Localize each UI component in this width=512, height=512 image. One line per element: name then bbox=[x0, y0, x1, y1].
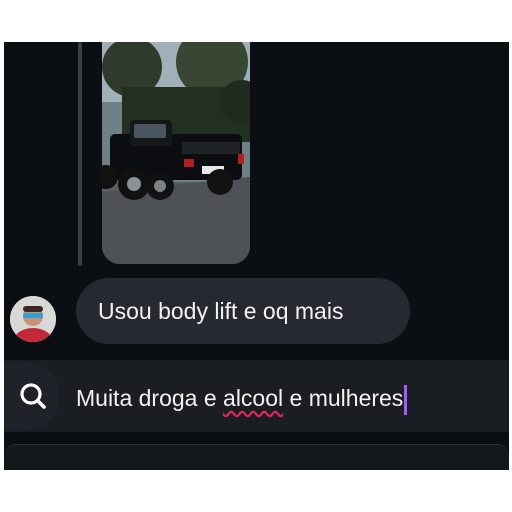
chat-screen: Usou body lift e oq mais Muita droga e a… bbox=[4, 42, 509, 470]
reply-thread-line bbox=[78, 42, 82, 266]
message-text: Usou body lift e oq mais bbox=[98, 298, 344, 324]
shared-photo[interactable] bbox=[102, 42, 250, 264]
text-caret bbox=[404, 384, 408, 415]
avatar-portrait bbox=[10, 296, 56, 342]
keyboard-toolbar bbox=[4, 444, 509, 470]
input-text-after: e mulheres bbox=[283, 385, 404, 411]
input-text-before: Muita droga e bbox=[76, 385, 224, 411]
search-button[interactable] bbox=[4, 362, 60, 430]
search-icon bbox=[4, 362, 60, 430]
sender-avatar[interactable] bbox=[10, 296, 56, 342]
incoming-message-bubble[interactable]: Usou body lift e oq mais bbox=[76, 278, 410, 344]
pickup-truck-photo bbox=[102, 42, 250, 264]
misspelled-word[interactable]: alcool bbox=[223, 385, 283, 411]
message-input[interactable]: Muita droga e alcool e mulheres bbox=[76, 378, 408, 418]
